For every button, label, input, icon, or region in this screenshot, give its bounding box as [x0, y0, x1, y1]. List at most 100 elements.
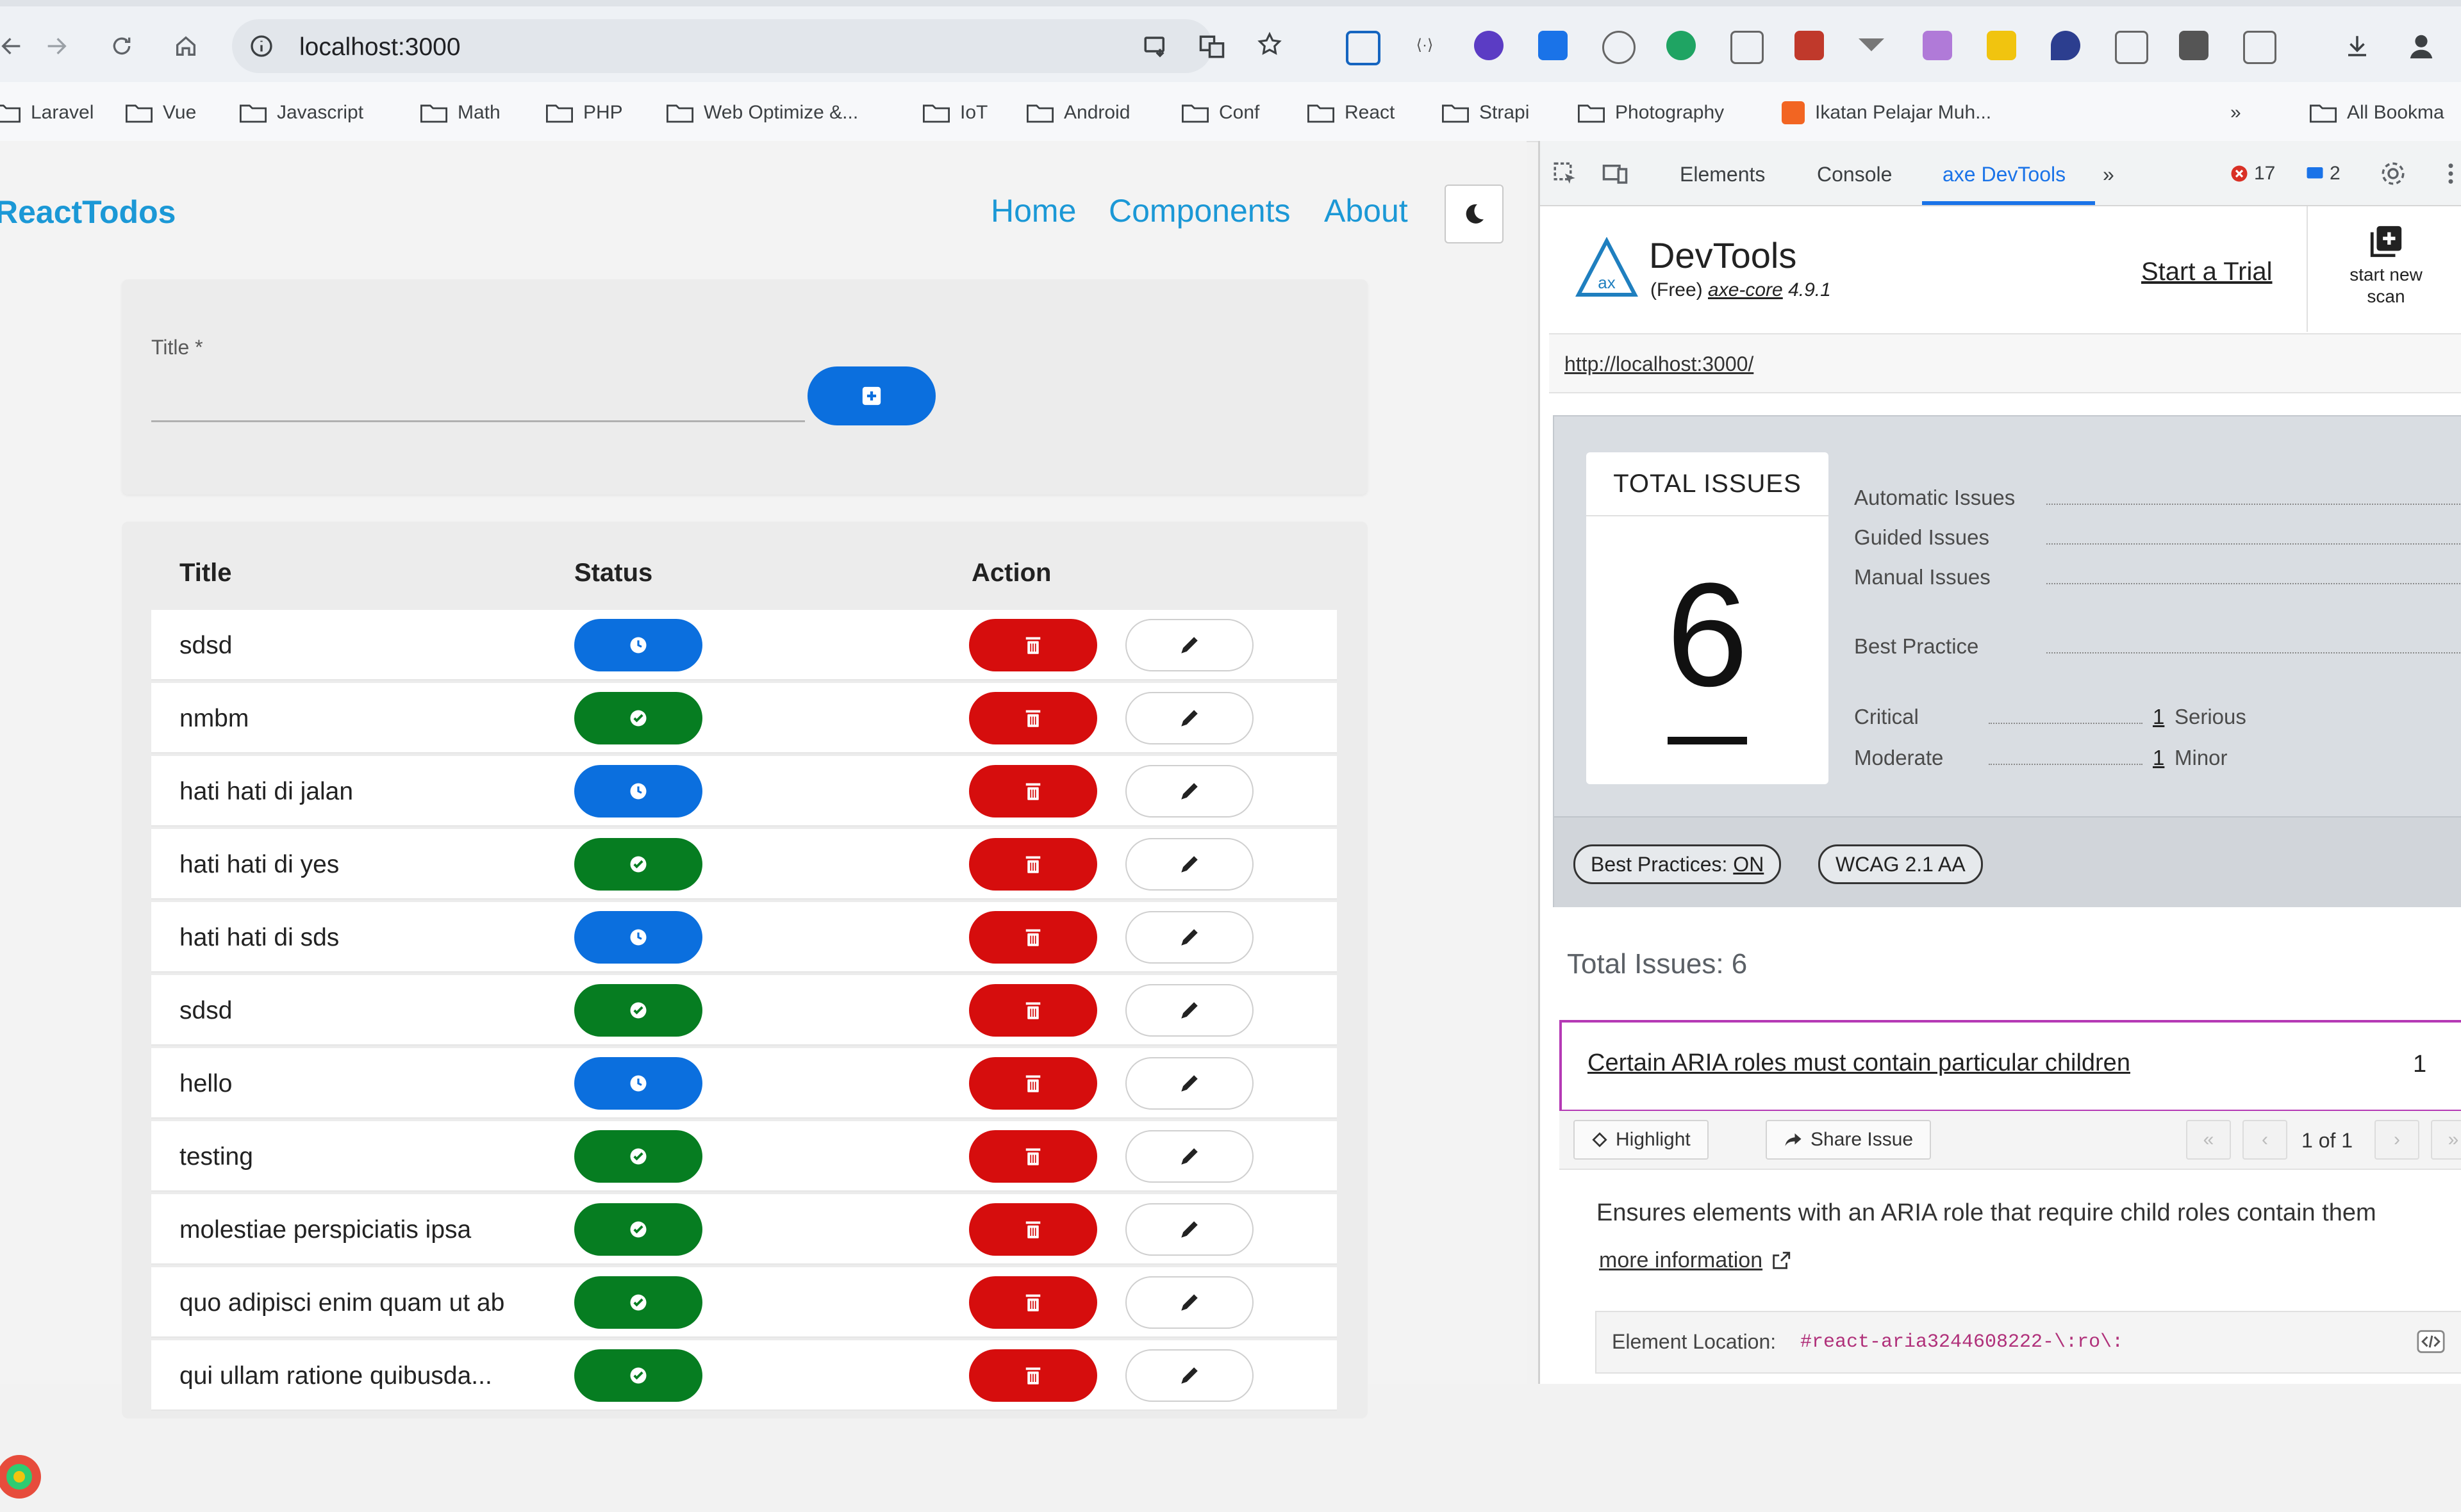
severity-critical-serious[interactable]: Critical 1 Serious	[1854, 705, 2461, 730]
status-toggle-button[interactable]	[574, 692, 702, 744]
edit-button[interactable]	[1125, 619, 1254, 671]
bookmark-folder[interactable]: React	[1307, 99, 1395, 127]
extension-icon-7[interactable]	[1730, 31, 1764, 64]
bookmark-folder[interactable]: Strapi	[1442, 99, 1529, 127]
highlight-button[interactable]: Highlight	[1573, 1120, 1709, 1160]
delete-button[interactable]	[969, 619, 1097, 671]
delete-button[interactable]	[969, 838, 1097, 891]
bookmark-folder[interactable]: Conf	[1182, 99, 1259, 127]
issue-group[interactable]: Certain ARIA roles must contain particul…	[1559, 1020, 2461, 1112]
address-bar[interactable]: localhost:3000	[232, 19, 1225, 73]
status-toggle-button[interactable]	[574, 984, 702, 1037]
tab-elements[interactable]: Elements	[1680, 163, 1765, 186]
profile-avatar[interactable]	[2403, 28, 2439, 64]
bookmark-folder[interactable]: All Bookma	[2310, 99, 2444, 127]
extension-icon-12[interactable]	[2051, 31, 2080, 60]
extension-icon-4[interactable]	[1538, 31, 1568, 60]
extension-icon-10[interactable]	[1923, 31, 1952, 60]
status-toggle-button[interactable]	[574, 838, 702, 891]
edit-button[interactable]	[1125, 984, 1254, 1037]
element-selector[interactable]: #react-aria3244608222-\:ro\:	[1800, 1331, 2123, 1353]
device-toolbar-icon[interactable]	[1602, 160, 1628, 187]
scanned-url-link[interactable]: http://localhost:3000/	[1564, 352, 1753, 376]
error-counter[interactable]: 17	[2230, 163, 2275, 185]
status-toggle-button[interactable]	[574, 1203, 702, 1256]
wcag-standard-pill[interactable]: WCAG 2.1 AA	[1818, 844, 1983, 884]
total-issues-count[interactable]: 6	[1586, 561, 1828, 709]
nav-about[interactable]: About	[1324, 192, 1408, 229]
best-practices-toggle[interactable]: Best Practices: ON	[1573, 844, 1782, 884]
extension-icon-9[interactable]	[1859, 38, 1884, 51]
status-toggle-button[interactable]	[574, 1349, 702, 1402]
start-trial-link[interactable]: Start a Trial	[2141, 258, 2273, 286]
reload-icon[interactable]	[104, 28, 140, 64]
start-new-scan-button[interactable]: start new scan	[2307, 206, 2461, 332]
bookmark-folder[interactable]: Math	[420, 99, 501, 127]
edit-button[interactable]	[1125, 692, 1254, 744]
delete-button[interactable]	[969, 1057, 1097, 1110]
extension-icon-2[interactable]: ⟨·⟩	[1410, 31, 1439, 60]
settings-gear-icon[interactable]	[2380, 160, 2407, 187]
site-info-icon[interactable]	[249, 33, 274, 59]
nav-components[interactable]: Components	[1109, 192, 1291, 229]
extensions-puzzle-icon[interactable]	[2243, 31, 2276, 64]
edit-button[interactable]	[1125, 765, 1254, 818]
issue-title-link[interactable]: Certain ARIA roles must contain particul…	[1587, 1049, 2130, 1077]
status-toggle-button[interactable]	[574, 619, 702, 671]
delete-button[interactable]	[969, 1130, 1097, 1183]
extension-icon-14[interactable]	[2179, 31, 2208, 60]
edit-button[interactable]	[1125, 1130, 1254, 1183]
bookmark-folder[interactable]: IoT	[923, 99, 988, 127]
url-text[interactable]: localhost:3000	[299, 33, 461, 62]
category-automatic[interactable]: Automatic Issues	[1854, 486, 2461, 511]
share-issue-button[interactable]: Share Issue	[1766, 1120, 1932, 1160]
delete-button[interactable]	[969, 692, 1097, 744]
edit-button[interactable]	[1125, 1057, 1254, 1110]
last-page-button[interactable]: »	[2431, 1120, 2461, 1160]
extension-icon-6[interactable]	[1666, 31, 1696, 60]
home-icon[interactable]	[168, 28, 204, 64]
category-best-practice[interactable]: Best Practice	[1854, 634, 2461, 660]
edit-button[interactable]	[1125, 1276, 1254, 1329]
download-icon[interactable]	[2339, 28, 2375, 64]
category-guided[interactable]: Guided Issues	[1854, 525, 2461, 551]
message-counter[interactable]: 2	[2305, 163, 2341, 185]
bookmark-folder[interactable]: Vue	[126, 99, 196, 127]
more-bookmarks-icon[interactable]: »	[2230, 99, 2241, 127]
kebab-menu-icon[interactable]	[2437, 160, 2461, 187]
nav-home[interactable]: Home	[991, 192, 1076, 229]
prev-page-button[interactable]: ‹	[2242, 1120, 2287, 1160]
status-toggle-button[interactable]	[574, 1057, 702, 1110]
next-page-button[interactable]: ›	[2374, 1120, 2419, 1160]
extension-icon-13[interactable]	[2115, 31, 2148, 64]
forward-icon[interactable]	[38, 28, 74, 64]
edit-button[interactable]	[1125, 1203, 1254, 1256]
delete-button[interactable]	[969, 1349, 1097, 1402]
extension-icon-1[interactable]	[1346, 31, 1380, 65]
dark-mode-toggle[interactable]	[1445, 185, 1504, 243]
bookmark-folder[interactable]: Laravel	[0, 99, 94, 127]
bookmark-folder[interactable]: Javascript	[240, 99, 363, 127]
code-icon[interactable]	[2417, 1327, 2445, 1356]
extension-icon-11[interactable]	[1987, 31, 2016, 60]
bookmark-link[interactable]: Ikatan Pelajar Muh...	[1782, 99, 1991, 127]
bookmark-folder[interactable]: Android	[1027, 99, 1130, 127]
status-toggle-button[interactable]	[574, 1276, 702, 1329]
translate-icon[interactable]	[1198, 33, 1225, 60]
first-page-button[interactable]: «	[2186, 1120, 2231, 1160]
bookmark-folder[interactable]: Photography	[1578, 99, 1724, 127]
bookmark-folder[interactable]: Web Optimize &...	[667, 99, 858, 127]
inspect-element-icon[interactable]	[1552, 160, 1579, 187]
delete-button[interactable]	[969, 984, 1097, 1037]
title-input[interactable]	[151, 382, 805, 422]
install-app-icon[interactable]	[1142, 33, 1169, 60]
status-toggle-button[interactable]	[574, 911, 702, 964]
category-manual[interactable]: Manual Issues	[1854, 565, 2461, 591]
severity-moderate-minor[interactable]: Moderate 1 Minor	[1854, 746, 2461, 771]
more-tabs-icon[interactable]: »	[2103, 163, 2114, 186]
status-toggle-button[interactable]	[574, 765, 702, 818]
delete-button[interactable]	[969, 1276, 1097, 1329]
tab-axe-devtools[interactable]: axe DevTools	[1943, 163, 2066, 186]
delete-button[interactable]	[969, 1203, 1097, 1256]
edit-button[interactable]	[1125, 911, 1254, 964]
